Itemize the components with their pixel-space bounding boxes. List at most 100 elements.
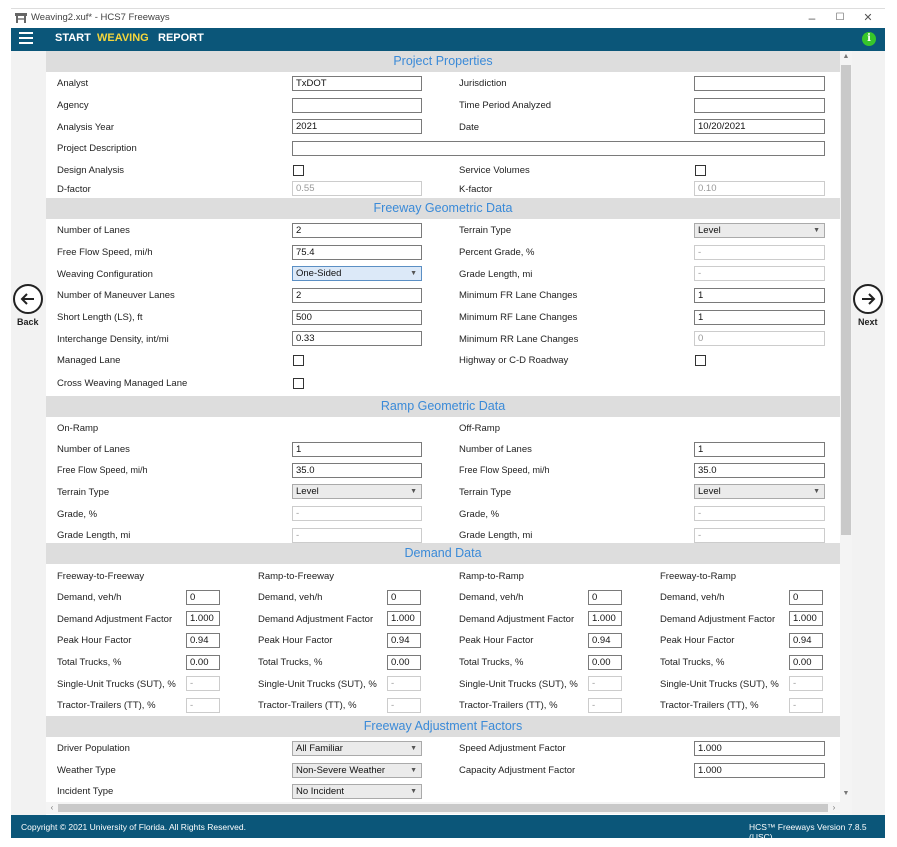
on-ramp-terrain-label: Terrain Type bbox=[57, 487, 110, 498]
trucks-field[interactable]: 0.00 bbox=[789, 655, 823, 670]
hscrollbar-thumb[interactable] bbox=[58, 804, 828, 812]
scroll-right-icon[interactable]: › bbox=[828, 802, 840, 814]
on-ramp-terrain-value: Level bbox=[296, 486, 319, 497]
nav-report[interactable]: REPORT bbox=[158, 32, 204, 44]
terrain-type-select[interactable]: Level ▼ bbox=[694, 223, 825, 238]
off-ramp-lanes-field[interactable]: 1 bbox=[694, 442, 825, 457]
sut-field[interactable]: - bbox=[186, 676, 220, 691]
on-ramp-ffs-field[interactable]: 35.0 bbox=[292, 463, 422, 478]
demand-field[interactable]: 0 bbox=[789, 590, 823, 605]
vertical-scrollbar[interactable]: ▲ ▼ bbox=[840, 51, 852, 815]
phf-field[interactable]: 0.94 bbox=[186, 633, 220, 648]
tt-field[interactable]: - bbox=[186, 698, 220, 713]
cross-weaving-checkbox[interactable] bbox=[293, 378, 304, 389]
demand-field[interactable]: 0 bbox=[588, 590, 622, 605]
grade-length-field[interactable]: - bbox=[694, 266, 825, 281]
nav-start[interactable]: START bbox=[55, 32, 91, 44]
next-button[interactable] bbox=[853, 284, 883, 314]
arrow-left-icon bbox=[20, 293, 34, 305]
sut-field[interactable]: - bbox=[387, 676, 421, 691]
trucks-field[interactable]: 0.00 bbox=[387, 655, 421, 670]
design-analysis-checkbox[interactable] bbox=[293, 165, 304, 176]
weather-type-select[interactable]: Non-Severe Weather ▼ bbox=[292, 763, 422, 778]
d-factor-field[interactable]: 0.55 bbox=[292, 181, 422, 196]
info-icon[interactable]: i bbox=[862, 32, 876, 46]
date-field[interactable]: 10/20/2021 bbox=[694, 119, 825, 134]
scroll-down-icon[interactable]: ▼ bbox=[840, 788, 852, 800]
driver-population-value: All Familiar bbox=[296, 743, 343, 754]
k-factor-field[interactable]: 0.10 bbox=[694, 181, 825, 196]
minimize-button[interactable]: – bbox=[797, 10, 827, 26]
k-factor-label: K-factor bbox=[459, 184, 493, 195]
capacity-adjustment-field[interactable]: 1.000 bbox=[694, 763, 825, 778]
sut-field[interactable]: - bbox=[789, 676, 823, 691]
scrollbar-thumb[interactable] bbox=[841, 65, 851, 535]
tt-field[interactable]: - bbox=[789, 698, 823, 713]
off-ramp-grade-field[interactable]: - bbox=[694, 506, 825, 521]
daf-field[interactable]: 1.000 bbox=[186, 611, 220, 626]
driver-population-select[interactable]: All Familiar ▼ bbox=[292, 741, 422, 756]
percent-grade-field[interactable]: - bbox=[694, 245, 825, 260]
scroll-left-icon[interactable]: ‹ bbox=[46, 802, 58, 814]
service-volumes-checkbox[interactable] bbox=[695, 165, 706, 176]
on-ramp-terrain-select[interactable]: Level ▼ bbox=[292, 484, 422, 499]
time-period-field[interactable] bbox=[694, 98, 825, 113]
demand-field[interactable]: 0 bbox=[186, 590, 220, 605]
phf-field[interactable]: 0.94 bbox=[588, 633, 622, 648]
managed-lane-checkbox[interactable] bbox=[293, 355, 304, 366]
demand-label: Demand, veh/h bbox=[258, 592, 323, 603]
arrow-right-icon bbox=[862, 293, 876, 305]
short-length-field[interactable]: 500 bbox=[292, 310, 422, 325]
agency-field[interactable] bbox=[292, 98, 422, 113]
off-ramp-grade-length-field[interactable]: - bbox=[694, 528, 825, 543]
version-text: HCS™ Freeways Version 7.8.5 (USC) bbox=[749, 822, 867, 842]
time-period-label: Time Period Analyzed bbox=[459, 100, 552, 111]
daf-field[interactable]: 1.000 bbox=[588, 611, 622, 626]
speed-adjustment-field[interactable]: 1.000 bbox=[694, 741, 825, 756]
close-button[interactable]: ✕ bbox=[853, 10, 883, 26]
ffs-field[interactable]: 75.4 bbox=[292, 245, 422, 260]
min-rr-field[interactable]: 0 bbox=[694, 331, 825, 346]
tt-label: Tractor-Trailers (TT), % bbox=[660, 700, 759, 711]
incident-type-select[interactable]: No Incident ▼ bbox=[292, 784, 422, 799]
nav-weaving[interactable]: WEAVING bbox=[97, 32, 149, 44]
horizontal-scrollbar[interactable]: ‹ › bbox=[46, 802, 852, 814]
on-ramp-lanes-field[interactable]: 1 bbox=[292, 442, 422, 457]
num-lanes-field[interactable]: 2 bbox=[292, 223, 422, 238]
off-ramp-ffs-field[interactable]: 35.0 bbox=[694, 463, 825, 478]
min-rf-field[interactable]: 1 bbox=[694, 310, 825, 325]
on-ramp-grade-field[interactable]: - bbox=[292, 506, 422, 521]
demand-data-header: Demand Data bbox=[46, 543, 840, 564]
analyst-field[interactable]: TxDOT bbox=[292, 76, 422, 91]
jurisdiction-field[interactable] bbox=[694, 76, 825, 91]
trucks-field[interactable]: 0.00 bbox=[186, 655, 220, 670]
daf-field[interactable]: 1.000 bbox=[789, 611, 823, 626]
phf-field[interactable]: 0.94 bbox=[387, 633, 421, 648]
demand-col-heading: Freeway-to-Ramp bbox=[660, 571, 737, 582]
maximize-button[interactable]: ☐ bbox=[825, 10, 855, 26]
weaving-config-select[interactable]: One-Sided ▼ bbox=[292, 266, 422, 281]
on-ramp-grade-label: Grade, % bbox=[57, 509, 98, 520]
analysis-year-field[interactable]: 2021 bbox=[292, 119, 422, 134]
on-ramp-grade-length-field[interactable]: - bbox=[292, 528, 422, 543]
back-button[interactable] bbox=[13, 284, 43, 314]
trucks-field[interactable]: 0.00 bbox=[588, 655, 622, 670]
phf-field[interactable]: 0.94 bbox=[789, 633, 823, 648]
demand-label: Demand, veh/h bbox=[459, 592, 524, 603]
tt-field[interactable]: - bbox=[588, 698, 622, 713]
sut-field[interactable]: - bbox=[588, 676, 622, 691]
right-nav-strip: Next bbox=[852, 51, 885, 815]
maneuver-lanes-field[interactable]: 2 bbox=[292, 288, 422, 303]
tt-field[interactable]: - bbox=[387, 698, 421, 713]
off-ramp-terrain-select[interactable]: Level ▼ bbox=[694, 484, 825, 499]
hamburger-menu-icon[interactable] bbox=[19, 32, 33, 46]
copyright-text: Copyright © 2021 University of Florida. … bbox=[21, 822, 246, 832]
min-fr-field[interactable]: 1 bbox=[694, 288, 825, 303]
daf-field[interactable]: 1.000 bbox=[387, 611, 421, 626]
demand-field[interactable]: 0 bbox=[387, 590, 421, 605]
off-ramp-lanes-label: Number of Lanes bbox=[459, 444, 532, 455]
highway-cd-checkbox[interactable] bbox=[695, 355, 706, 366]
scroll-up-icon[interactable]: ▲ bbox=[840, 51, 852, 63]
interchange-density-field[interactable]: 0.33 bbox=[292, 331, 422, 346]
project-description-field[interactable] bbox=[292, 141, 825, 156]
